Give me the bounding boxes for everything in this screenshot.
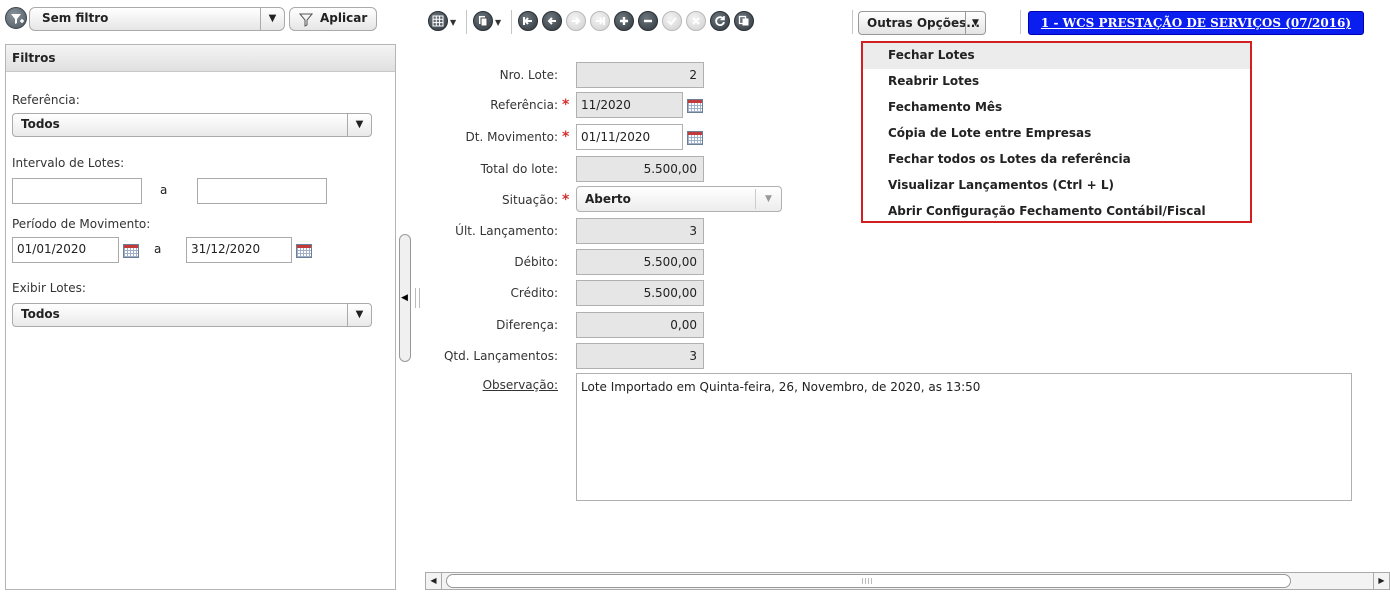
required-mark: * xyxy=(562,129,570,145)
cancel-icon[interactable] xyxy=(686,11,706,31)
scroll-right-icon[interactable]: ▶ xyxy=(1373,573,1389,589)
total-lote-label: Total do lote: xyxy=(480,162,558,176)
observacao-textarea[interactable]: Lote Importado em Quinta-feira, 26, Nove… xyxy=(576,373,1352,501)
referencia-filter-label: Referência: xyxy=(12,93,80,107)
scrollbar-thumb[interactable] xyxy=(446,574,1291,588)
collapse-left-icon[interactable]: ◀ xyxy=(401,293,408,303)
funnel-icon xyxy=(299,13,313,27)
filter-select-value: Sem filtro xyxy=(42,11,109,25)
qtd-lancamentos-field: 3 xyxy=(576,343,704,369)
toolbar: ▼ ▼ Outras Opções... ▼ 1 - WCS PRESTAÇÃO… xyxy=(428,8,1388,38)
menu-item-visualizar-lancamentos[interactable]: Visualizar Lançamentos (Ctrl + L) xyxy=(863,173,1250,199)
splitter-grip[interactable] xyxy=(415,288,420,308)
referencia-field[interactable]: 11/2020 xyxy=(576,92,683,118)
filter-add-icon[interactable] xyxy=(5,7,27,29)
duplicate-icon[interactable] xyxy=(734,11,754,31)
chevron-down-icon[interactable]: ▼ xyxy=(965,12,985,34)
filter-bar: Sem filtro ▼ Aplicar xyxy=(4,4,396,32)
periodo-from-input[interactable]: 01/01/2020 xyxy=(12,237,119,263)
menu-item-fechar-lotes[interactable]: Fechar Lotes xyxy=(863,43,1250,69)
previous-record-icon[interactable] xyxy=(542,11,562,31)
apply-filter-button[interactable]: Aplicar xyxy=(289,7,377,31)
periodo-to-input[interactable]: 31/12/2020 xyxy=(186,237,292,263)
company-button[interactable]: 1 - WCS PRESTAÇÃO DE SERVIÇOS (07/2016) xyxy=(1028,11,1364,35)
periodo-movimento-label: Período de Movimento: xyxy=(12,217,151,231)
remove-icon[interactable] xyxy=(638,11,658,31)
situacao-label: Situação: xyxy=(502,193,558,207)
range-separator: a xyxy=(160,183,168,197)
toolbar-separator xyxy=(511,10,512,34)
chevron-down-icon[interactable]: ▼ xyxy=(755,189,781,209)
diferenca-field: 0,00 xyxy=(576,312,704,338)
more-options-menu: Fechar Lotes Reabrir Lotes Fechamento Mê… xyxy=(861,41,1252,223)
add-icon[interactable] xyxy=(614,11,634,31)
lote-from-input[interactable] xyxy=(12,178,142,204)
lote-to-input[interactable] xyxy=(197,178,327,204)
range-separator: a xyxy=(154,242,162,256)
referencia-label: Referência: xyxy=(490,98,558,112)
menu-item-fechar-todos-lotes[interactable]: Fechar todos os Lotes da referência xyxy=(863,147,1250,173)
qtd-lancamentos-label: Qtd. Lançamentos: xyxy=(443,349,558,363)
filters-panel-title: Filtros xyxy=(6,45,395,72)
exibir-lotes-select[interactable]: Todos ▼ xyxy=(12,303,372,327)
chevron-down-icon[interactable]: ▼ xyxy=(347,304,371,326)
more-options-button[interactable]: Outras Opções... ▼ xyxy=(858,11,986,35)
scroll-left-icon[interactable]: ◀ xyxy=(426,573,442,589)
calendar-icon[interactable] xyxy=(296,244,312,258)
toolbar-separator xyxy=(852,10,853,34)
calendar-icon[interactable] xyxy=(123,244,139,258)
debito-label: Débito: xyxy=(514,255,558,269)
grid-view-icon[interactable] xyxy=(428,11,448,31)
credito-label: Crédito: xyxy=(510,286,558,300)
situacao-value: Aberto xyxy=(585,192,631,206)
ult-lancamento-field: 3 xyxy=(576,218,704,244)
dt-movimento-field[interactable]: 01/11/2020 xyxy=(576,124,683,150)
menu-item-fechamento-mes[interactable]: Fechamento Mês xyxy=(863,95,1250,121)
required-mark: * xyxy=(562,192,570,208)
copy-icon[interactable] xyxy=(473,11,493,31)
menu-item-reabrir-lotes[interactable]: Reabrir Lotes xyxy=(863,69,1250,95)
required-mark: * xyxy=(562,97,570,113)
chevron-down-icon[interactable]: ▼ xyxy=(495,18,501,27)
more-options-label: Outras Opções... xyxy=(867,16,980,30)
calendar-icon[interactable] xyxy=(687,99,703,113)
chevron-down-icon[interactable]: ▼ xyxy=(260,8,284,30)
diferenca-label: Diferença: xyxy=(496,318,558,332)
last-record-icon[interactable] xyxy=(590,11,610,31)
exibir-lotes-label: Exibir Lotes: xyxy=(12,281,86,295)
observacao-label[interactable]: Observação: xyxy=(428,378,558,392)
credito-field: 5.500,00 xyxy=(576,280,704,306)
intervalo-lotes-label: Intervalo de Lotes: xyxy=(12,156,125,170)
chevron-down-icon[interactable]: ▼ xyxy=(347,114,371,136)
scrollbar-grip xyxy=(862,578,874,584)
referencia-filter-select[interactable]: Todos ▼ xyxy=(12,113,372,137)
dt-movimento-label: Dt. Movimento: xyxy=(465,130,558,144)
referencia-filter-value: Todos xyxy=(21,117,60,131)
ult-lancamento-label: Últ. Lançamento: xyxy=(455,224,558,238)
total-lote-field: 5.500,00 xyxy=(576,156,704,182)
calendar-icon[interactable] xyxy=(687,131,703,145)
debito-field: 5.500,00 xyxy=(576,249,704,275)
apply-filter-label: Aplicar xyxy=(320,11,368,25)
filter-select[interactable]: Sem filtro ▼ xyxy=(29,7,285,31)
first-record-icon[interactable] xyxy=(518,11,538,31)
menu-item-copia-lote[interactable]: Cópia de Lote entre Empresas xyxy=(863,121,1250,147)
next-record-icon[interactable] xyxy=(566,11,586,31)
chevron-down-icon[interactable]: ▼ xyxy=(450,18,456,27)
toolbar-separator xyxy=(1020,10,1021,34)
nro-lote-label: Nro. Lote: xyxy=(499,68,558,82)
situacao-select[interactable]: Aberto ▼ xyxy=(576,186,782,212)
horizontal-scrollbar[interactable]: ◀ ▶ xyxy=(425,572,1390,590)
exibir-lotes-value: Todos xyxy=(21,307,60,321)
nro-lote-field: 2 xyxy=(576,62,704,88)
confirm-icon[interactable] xyxy=(662,11,682,31)
toolbar-separator xyxy=(466,10,467,34)
refresh-icon[interactable] xyxy=(710,11,730,31)
menu-item-abrir-configuracao[interactable]: Abrir Configuração Fechamento Contábil/F… xyxy=(863,199,1250,225)
filters-panel: Filtros Referência: Todos ▼ Intervalo de… xyxy=(5,44,396,590)
